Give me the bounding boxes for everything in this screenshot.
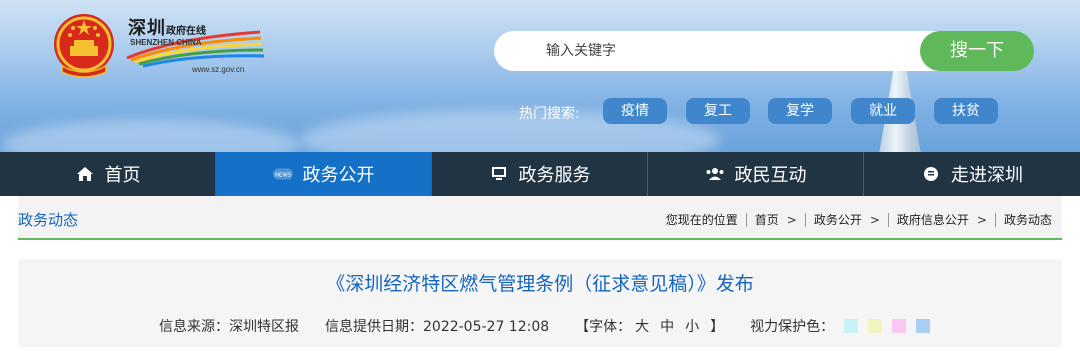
divider (745, 212, 747, 227)
svg-text:NEWS: NEWS (274, 173, 291, 179)
breadcrumb-link-gov-public[interactable]: 政务公开 (814, 211, 862, 228)
article-source: 信息来源：深圳特区报 (159, 319, 299, 335)
breadcrumb-link-home[interactable]: 首页 (755, 211, 779, 228)
font-size-close-bracket: 】 (710, 319, 725, 335)
hot-search-label: 热门搜索: (519, 106, 580, 122)
breadcrumb-bar: 政务动态 您现在的位置 首页 > 政务公开 > 政府信息公开 > 政务动态 (18, 196, 1062, 240)
divider (804, 212, 806, 227)
search-box: 搜一下 (494, 31, 1034, 71)
nav-item-home[interactable]: 首页 (0, 152, 216, 196)
chat-icon (921, 164, 941, 184)
hot-tag-resume-school[interactable]: 复学 (768, 98, 832, 124)
nav-item-about-shenzhen[interactable]: 走进深圳 (864, 152, 1080, 196)
divider (994, 212, 996, 227)
nav-item-gov-affairs-public[interactable]: NEWS 政务公开 (216, 152, 432, 196)
hot-tag-poverty-relief[interactable]: 扶贫 (934, 98, 998, 124)
monitor-icon (489, 164, 509, 184)
nav-item-label: 政务服务 (518, 165, 591, 186)
breadcrumb-separator: > (786, 212, 797, 227)
site-header: 深圳政府在线 SHENZHEN CHINA www.sz.gov.cn 搜一下 … (0, 0, 1080, 152)
national-emblem-icon (54, 14, 114, 78)
breadcrumb-link-news[interactable]: 政务动态 (1004, 211, 1052, 228)
eye-care-swatch-pink[interactable] (892, 319, 907, 333)
nav-item-interaction[interactable]: 政民互动 (648, 152, 864, 196)
breadcrumb-link-info-public[interactable]: 政府信息公开 (897, 211, 969, 228)
logo-chinese-text: 深圳政府在线 (128, 18, 206, 39)
nav-item-label: 首页 (104, 165, 141, 186)
article-header: 《深圳经济特区燃气管理条例（征求意见稿）》发布 信息来源：深圳特区报 信息提供日… (18, 259, 1062, 347)
breadcrumb-location-label: 您现在的位置 (665, 213, 738, 227)
breadcrumb-separator: > (976, 212, 987, 227)
breadcrumb-separator: > (869, 212, 880, 227)
article-meta: 信息来源：深圳特区报 信息提供日期：2022-05-27 12:08 【字体： … (159, 316, 931, 336)
logo-url-text: www.sz.gov.cn (192, 65, 245, 74)
main-nav: 首页 NEWS 政务公开 政务服务 政民互动 走进深圳 (0, 152, 1080, 196)
article-title: 《深圳经济特区燃气管理条例（征求意见稿）》发布 (326, 273, 754, 295)
section-title[interactable]: 政务动态 (18, 209, 78, 230)
font-size-medium[interactable]: 中 (660, 316, 674, 336)
site-logo[interactable]: 深圳政府在线 SHENZHEN CHINA www.sz.gov.cn (125, 14, 265, 80)
eye-care-swatch-cyan[interactable] (844, 319, 859, 333)
font-size-label: 【字体： (575, 319, 632, 335)
nav-item-label: 政民互动 (734, 165, 807, 186)
cloud-decoration (0, 120, 300, 152)
nav-item-gov-services[interactable]: 政务服务 (432, 152, 648, 196)
people-icon (705, 164, 725, 184)
search-button[interactable]: 搜一下 (920, 31, 1034, 71)
eye-care-swatch-blue[interactable] (916, 319, 931, 333)
breadcrumb: 您现在的位置 首页 > 政务公开 > 政府信息公开 > 政务动态 (666, 211, 1052, 228)
logo-english-text: SHENZHEN CHINA (130, 38, 202, 47)
hot-tag-epidemic[interactable]: 疫情 (603, 98, 667, 124)
home-icon (75, 164, 95, 184)
font-size-small[interactable]: 小 (685, 316, 699, 336)
eye-care-swatch-yellow[interactable] (868, 319, 883, 333)
hot-tag-employment[interactable]: 就业 (851, 98, 915, 124)
font-size-large[interactable]: 大 (635, 316, 649, 336)
news-icon: NEWS (272, 164, 293, 184)
eye-care-label: 视力保护色： (750, 319, 835, 335)
search-input[interactable] (546, 41, 906, 61)
nav-item-label: 政务公开 (302, 165, 375, 186)
hot-tag-resume-work[interactable]: 复工 (686, 98, 750, 124)
divider (887, 212, 889, 227)
article-date: 信息提供日期：2022-05-27 12:08 (325, 319, 550, 335)
nav-item-label: 走进深圳 (951, 165, 1023, 186)
